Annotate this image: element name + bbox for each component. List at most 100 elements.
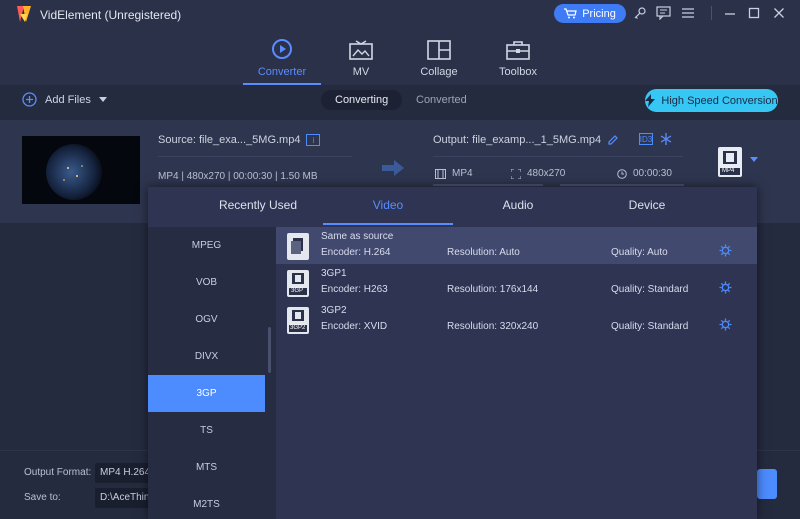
format-tabs: Recently Used Video Audio Device — [148, 187, 757, 225]
tab-converted[interactable]: Converted — [402, 90, 481, 110]
tab-collage[interactable]: Collage — [400, 34, 478, 84]
split-icon[interactable] — [660, 133, 672, 145]
format-option-resolution: Resolution: Auto — [447, 247, 520, 258]
minimize-icon[interactable] — [722, 5, 738, 21]
output-format: MP4 — [435, 168, 473, 179]
tab-recently-used[interactable]: Recently Used — [193, 187, 323, 223]
maximize-icon[interactable] — [746, 5, 762, 21]
convert-all-button[interactable] — [757, 469, 777, 499]
edit-icon[interactable] — [607, 134, 619, 146]
category-m2ts[interactable]: M2TS — [148, 486, 265, 519]
gear-icon[interactable] — [719, 281, 732, 294]
format-option-quality: Quality: Standard — [611, 284, 689, 295]
tab-converting[interactable]: Converting — [321, 90, 403, 110]
format-category-list: MPEG VOB OGV DIVX 3GP TS MTS M2TS — [148, 227, 276, 519]
tab-device[interactable]: Device — [582, 187, 712, 223]
tab-collage-label: Collage — [420, 66, 458, 78]
key-icon[interactable] — [632, 5, 648, 21]
video-thumbnail[interactable] — [22, 136, 140, 204]
add-files-button[interactable]: Add Files — [22, 92, 107, 107]
tab-toolbox-label: Toolbox — [499, 66, 537, 78]
category-mpeg[interactable]: MPEG — [148, 227, 265, 264]
output-duration: 00:00:30 — [617, 168, 672, 179]
output-format-field[interactable]: MP4 H.264 — [95, 463, 155, 483]
film-icon — [435, 168, 446, 179]
same-as-source-icon — [287, 233, 309, 260]
format-option-quality: Quality: Standard — [611, 321, 689, 332]
output-format-label: MP4 — [452, 168, 473, 179]
format-option-resolution: Resolution: 320x240 — [447, 321, 539, 332]
add-files-label: Add Files — [45, 93, 91, 106]
output-duration-label: 00:00:30 — [633, 168, 672, 179]
chat-icon[interactable] — [655, 5, 671, 21]
chevron-down-icon[interactable] — [750, 157, 758, 163]
output-resolution: 480x270 — [511, 168, 565, 179]
high-speed-label: High Speed Conversion — [661, 94, 778, 107]
mv-icon — [349, 40, 373, 60]
category-mts[interactable]: MTS — [148, 449, 265, 486]
divider — [433, 184, 543, 186]
format-option-encoder: Encoder: XVID — [321, 321, 388, 332]
source-file-label: Source: file_exa..._5MG.mp4 — [158, 134, 301, 146]
source-meta: MP4 | 480x270 | 00:00:30 | 1.50 MB — [158, 171, 318, 182]
tab-toolbox[interactable]: Toolbox — [479, 34, 557, 84]
tab-audio[interactable]: Audio — [453, 187, 583, 223]
format-badge: MP4 — [722, 168, 735, 174]
menu-icon[interactable] — [680, 5, 696, 21]
format-option-3gp2[interactable]: 3GP2 3GP2 Encoder: XVID Resolution: 320x… — [276, 301, 757, 338]
format-option-same-as-source[interactable]: Same as source Encoder: H.264 Resolution… — [276, 227, 757, 264]
format-option-encoder: Encoder: H.264 — [321, 247, 391, 258]
converter-icon — [272, 39, 292, 59]
format-option-name: 3GP2 — [321, 305, 347, 316]
tab-video[interactable]: Video — [323, 187, 453, 225]
toolbox-icon — [506, 41, 530, 60]
divider — [158, 156, 352, 157]
collage-icon — [427, 40, 451, 60]
lightning-icon — [645, 94, 656, 107]
divider — [433, 156, 683, 157]
close-icon[interactable] — [771, 5, 787, 21]
tab-converter-label: Converter — [257, 66, 307, 78]
category-ts[interactable]: TS — [148, 412, 265, 449]
tab-mv[interactable]: MV — [322, 34, 400, 84]
toolbar: Add Files Converting Converted High Spee… — [0, 85, 800, 118]
category-vob[interactable]: VOB — [148, 264, 265, 301]
3gp2-file-icon: 3GP2 — [287, 307, 309, 334]
format-option-name: 3GP1 — [321, 268, 347, 279]
output-format-label: Output Format: — [24, 467, 92, 478]
format-badge: 3GP — [291, 288, 304, 294]
output-file-label: Output: file_examp..._1_5MG.mp4 — [433, 134, 602, 146]
cart-icon — [564, 8, 577, 19]
gear-icon[interactable] — [719, 244, 732, 257]
info-icon[interactable]: i — [306, 134, 321, 146]
tab-converter[interactable]: Converter — [243, 34, 321, 85]
title-bar: VidElement (Unregistered) Pricing Conver… — [0, 0, 800, 85]
arrow-right-icon — [382, 160, 404, 176]
pricing-button[interactable]: Pricing — [554, 4, 626, 23]
category-scrollbar[interactable] — [268, 327, 271, 373]
category-ogv[interactable]: OGV — [148, 301, 265, 338]
gear-icon[interactable] — [719, 318, 732, 331]
id3-icon[interactable]: ID3 — [639, 133, 653, 145]
pricing-label: Pricing — [582, 7, 616, 20]
save-to-field[interactable]: D:\AceThin — [95, 488, 155, 508]
divider — [703, 5, 719, 21]
high-speed-conversion-button[interactable]: High Speed Conversion — [645, 89, 778, 112]
format-option-quality: Quality: Auto — [611, 247, 668, 258]
format-option-encoder: Encoder: H263 — [321, 284, 388, 295]
tab-mv-label: MV — [352, 66, 370, 78]
format-option-3gp1[interactable]: 3GP 3GP1 Encoder: H263 Resolution: 176x1… — [276, 264, 757, 301]
save-to-label: Save to: — [24, 492, 61, 503]
output-format-selector[interactable]: MP4 — [718, 147, 742, 177]
divider — [560, 184, 684, 186]
app-title: VidElement (Unregistered) — [40, 8, 182, 22]
format-badge: 3GP2 — [290, 325, 306, 331]
chevron-down-icon[interactable] — [98, 96, 107, 103]
category-divx[interactable]: DIVX — [148, 338, 265, 375]
format-popup: Recently Used Video Audio Device MPEG VO… — [148, 187, 757, 519]
format-option-resolution: Resolution: 176x144 — [447, 284, 539, 295]
output-resolution-label: 480x270 — [527, 168, 566, 179]
source-file-name: Source: file_exa..._5MG.mp4 i — [158, 134, 321, 146]
add-icon — [22, 92, 37, 107]
category-3gp[interactable]: 3GP — [148, 375, 265, 412]
